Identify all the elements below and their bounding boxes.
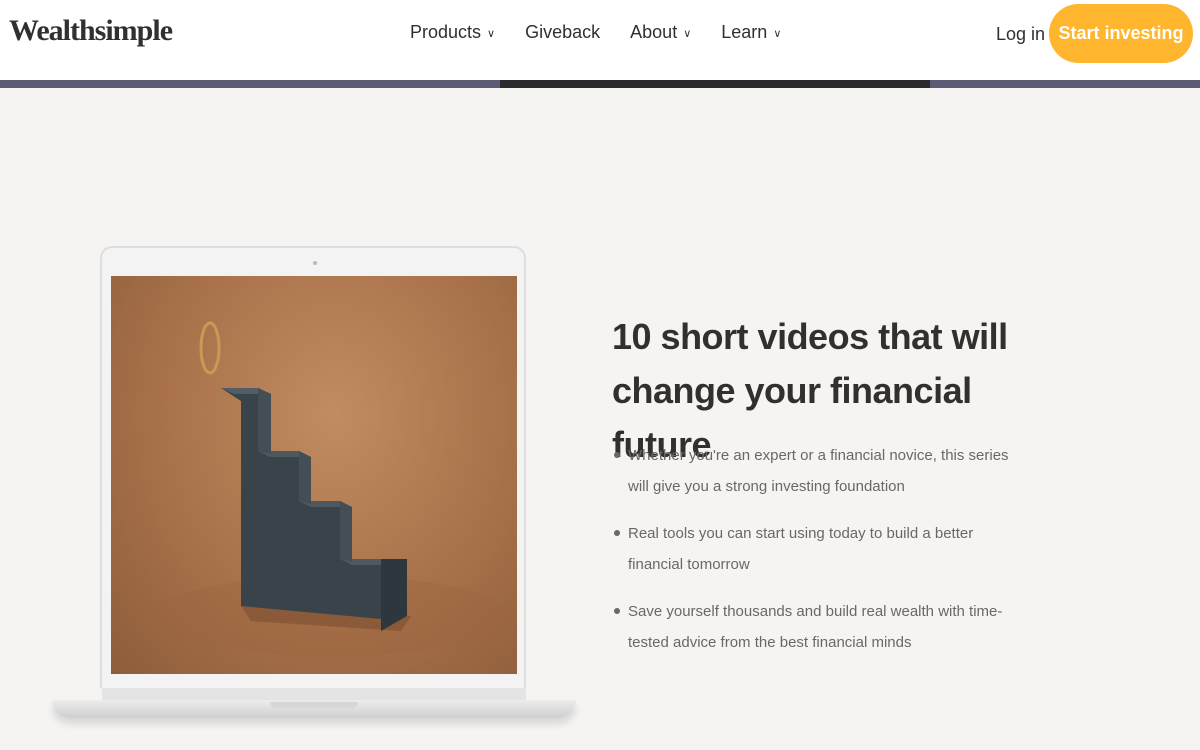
chevron-down-icon: ∨: [487, 28, 496, 40]
staircase-sculpture-image: [151, 321, 511, 656]
main-nav: Products ∨ Giveback About ∨ Learn ∨: [410, 22, 781, 43]
site-header: Wealthsimple Products ∨ Giveback About ∨…: [0, 0, 1200, 80]
header-image-strip: [0, 80, 1200, 88]
bullet-dot-icon: [614, 530, 620, 536]
start-investing-button[interactable]: Start investing: [1049, 4, 1193, 63]
nav-item-products[interactable]: Products ∨: [410, 22, 495, 43]
laptop-notch: [270, 702, 358, 708]
chevron-down-icon: ∨: [773, 28, 782, 40]
laptop-illustration: [100, 246, 526, 688]
video-thumbnail[interactable]: [111, 276, 517, 674]
list-item: Real tools you can start using today to …: [612, 518, 1012, 580]
list-item: Whether you're an expert or a financial …: [612, 440, 1012, 502]
nav-label: Products: [410, 22, 482, 42]
list-item-text: Whether you're an expert or a financial …: [628, 447, 1009, 495]
laptop-camera: [313, 261, 317, 265]
bullet-dot-icon: [614, 608, 620, 614]
bullet-dot-icon: [614, 452, 620, 458]
list-item-text: Real tools you can start using today to …: [628, 525, 974, 573]
nav-item-about[interactable]: About ∨: [630, 22, 691, 43]
laptop-hinge: [102, 688, 526, 700]
list-item-text: Save yourself thousands and build real w…: [628, 603, 1003, 651]
benefits-list: Whether you're an expert or a financial …: [612, 440, 1012, 674]
nav-item-giveback[interactable]: Giveback: [525, 22, 600, 43]
logo[interactable]: Wealthsimple: [9, 14, 173, 48]
nav-label: About: [630, 22, 678, 42]
login-link[interactable]: Log in: [996, 24, 1045, 45]
list-item: Save yourself thousands and build real w…: [612, 596, 1012, 658]
chevron-down-icon: ∨: [683, 28, 692, 40]
nav-label: Learn: [721, 22, 768, 42]
nav-label: Giveback: [525, 22, 601, 42]
header-image-strip-dark: [500, 80, 930, 88]
nav-item-learn[interactable]: Learn ∨: [721, 22, 781, 43]
